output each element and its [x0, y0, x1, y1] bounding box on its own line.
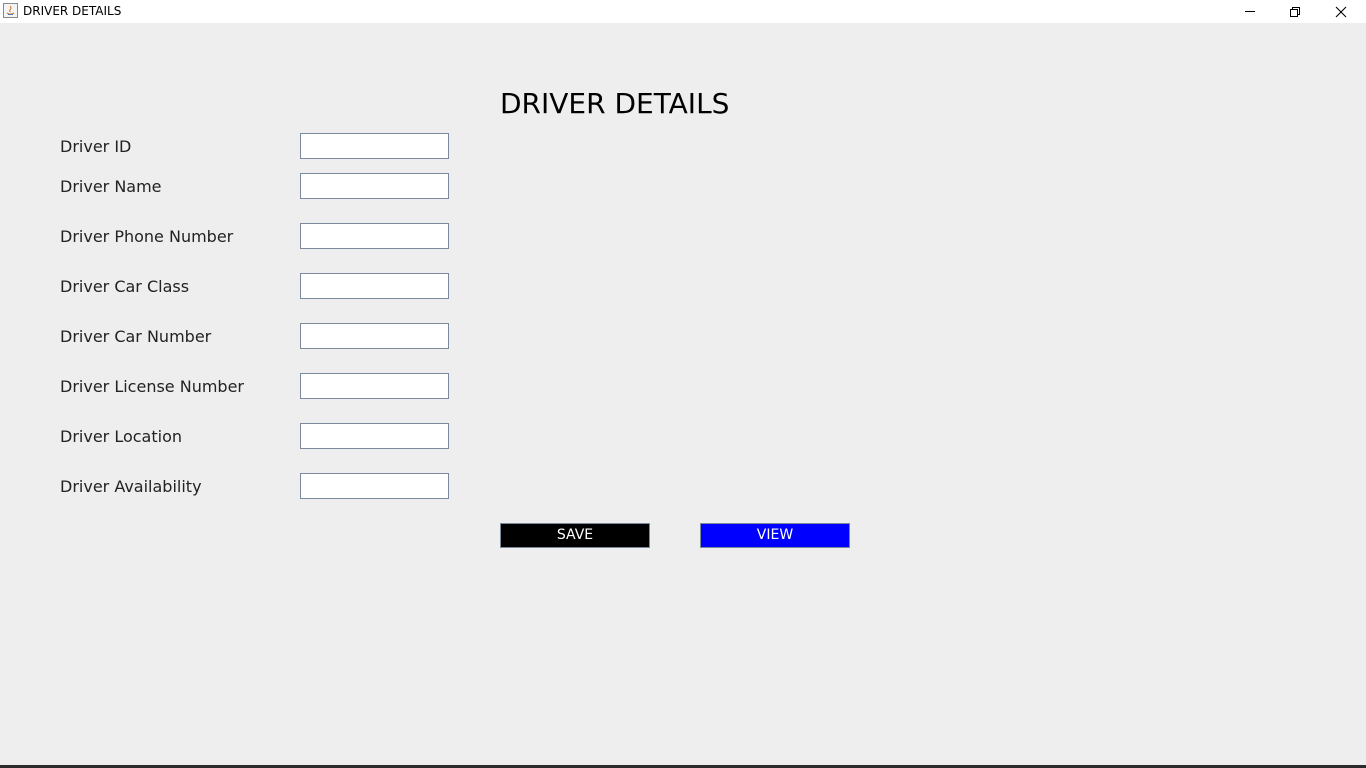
close-icon: [1335, 6, 1347, 18]
driver-license-number-input[interactable]: [300, 373, 449, 399]
driver-id-input[interactable]: [300, 133, 449, 159]
driver-location-label: Driver Location: [60, 427, 182, 446]
java-app-icon: [3, 3, 18, 18]
driver-car-class-input[interactable]: [300, 273, 449, 299]
driver-name-input[interactable]: [300, 173, 449, 199]
page-title: DRIVER DETAILS: [500, 87, 730, 120]
restore-icon: [1290, 7, 1300, 17]
minimize-button[interactable]: [1227, 0, 1273, 23]
view-button[interactable]: VIEW: [700, 523, 850, 548]
driver-phone-number-label: Driver Phone Number: [60, 227, 234, 246]
driver-availability-input[interactable]: [300, 473, 449, 499]
save-button[interactable]: SAVE: [500, 523, 650, 548]
driver-availability-label: Driver Availability: [60, 477, 202, 496]
close-button[interactable]: [1318, 0, 1364, 23]
driver-license-number-label: Driver License Number: [60, 377, 244, 396]
driver-car-number-input[interactable]: [300, 323, 449, 349]
driver-id-label: Driver ID: [60, 137, 132, 156]
window-title: DRIVER DETAILS: [23, 4, 122, 18]
title-bar[interactable]: DRIVER DETAILS: [0, 0, 1366, 23]
driver-details-window: DRIVER DETAILS DRIVER DETAILS Driver ID …: [0, 0, 1366, 768]
driver-location-input[interactable]: [300, 423, 449, 449]
driver-car-number-label: Driver Car Number: [60, 327, 212, 346]
driver-phone-number-input[interactable]: [300, 223, 449, 249]
driver-name-label: Driver Name: [60, 177, 162, 196]
driver-car-class-label: Driver Car Class: [60, 277, 190, 296]
minimize-icon: [1245, 11, 1255, 12]
restore-button[interactable]: [1272, 0, 1318, 23]
